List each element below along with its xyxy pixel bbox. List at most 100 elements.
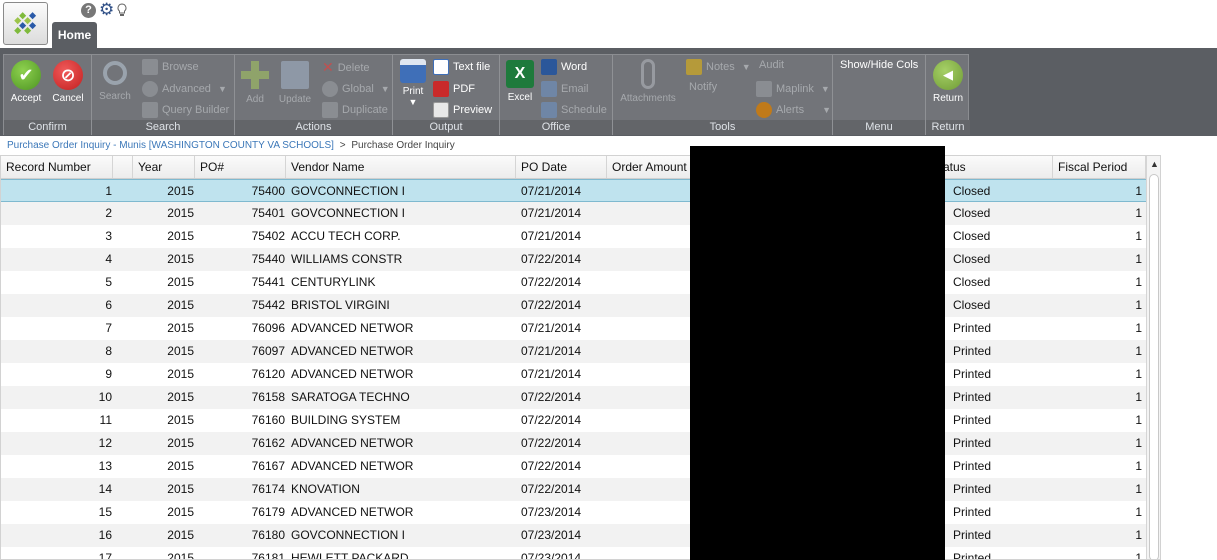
table-row[interactable]: 10 2015 76158 SARATOGA TECHNO 07/22/2014 Prin…	[1, 386, 1146, 409]
word-button[interactable]: Word	[541, 59, 587, 75]
table-row[interactable]: 16 2015 76180 GOVCONNECTION I 07/23/2014 Prin…	[1, 524, 1146, 547]
query-builder-icon	[142, 102, 158, 118]
table-row[interactable]: 2 2015 75401 GOVCONNECTION I 07/21/2014 Close…	[1, 202, 1146, 225]
grid-header: Record Number Year PO# Vendor Name PO Da…	[1, 156, 1160, 179]
schedule-button[interactable]: Schedule	[541, 102, 607, 118]
app-logo[interactable]	[3, 2, 48, 45]
table-row[interactable]: 3 2015 75402 ACCU TECH CORP. 07/21/2014 Close…	[1, 225, 1146, 248]
table-row[interactable]: 12 2015 76162 ADVANCED NETWOR 07/22/2014 Prin…	[1, 432, 1146, 455]
gear-icon[interactable]: ⚙	[99, 1, 114, 18]
plus-icon	[241, 61, 269, 89]
group-return: ◀ Return Return	[926, 55, 970, 135]
cell-fiscal-period: 1	[1135, 413, 1142, 427]
cell-record-number: 4	[105, 252, 112, 266]
update-button[interactable]: Update	[277, 61, 313, 105]
cell-fiscal-period: 1	[1135, 206, 1142, 220]
col-spacer	[113, 156, 133, 178]
cell-fiscal-period: 1	[1135, 275, 1142, 289]
print-button[interactable]: Print ▼	[397, 59, 429, 107]
breadcrumb-link-inquiry[interactable]: Purchase Order Inquiry - Munis [WASHINGT…	[7, 140, 334, 151]
scroll-up-icon[interactable]: ▲	[1147, 156, 1160, 172]
table-row[interactable]: 7 2015 76096 ADVANCED NETWOR 07/21/2014 Print…	[1, 317, 1146, 340]
col-po-date[interactable]: PO Date	[516, 156, 607, 178]
table-row[interactable]: 6 2015 75442 BRISTOL VIRGINI 07/22/2014 Close…	[1, 294, 1146, 317]
cell-vendor-name: ACCU TECH CORP.	[291, 229, 401, 243]
notify-button[interactable]: Notify	[689, 81, 717, 93]
group-office: X Excel Word Email Schedule Office	[500, 55, 613, 135]
cancel-button[interactable]: ⊘ Cancel	[50, 60, 86, 104]
col-fiscal-period[interactable]: Fiscal Period	[1053, 156, 1146, 178]
cell-year: 2015	[167, 206, 194, 220]
table-row[interactable]: 17 2015 76181 HEWLETT PACKARD 07/23/2014 Prin…	[1, 547, 1146, 560]
delete-button[interactable]: ✕ Delete	[322, 59, 370, 76]
cell-po-number: 75401	[251, 206, 285, 220]
attachments-button[interactable]: Attachments	[617, 59, 679, 104]
tab-home[interactable]: Home	[52, 22, 97, 48]
email-button[interactable]: Email	[541, 81, 589, 97]
cell-vendor-name: CENTURYLINK	[291, 275, 376, 289]
group-label-return: Return	[926, 120, 970, 135]
help-icon[interactable]: ?	[81, 2, 96, 18]
show-hide-cols-button[interactable]: Show/Hide Cols	[840, 59, 918, 71]
table-row[interactable]: 13 2015 76167 ADVANCED NETWOR 07/22/2014 Prin…	[1, 455, 1146, 478]
browse-button[interactable]: Browse	[142, 59, 199, 75]
cell-fiscal-period: 1	[1135, 459, 1142, 473]
cancel-icon: ⊘	[53, 60, 83, 90]
col-po-number[interactable]: PO#	[195, 156, 286, 178]
table-row[interactable]: 11 2015 76160 BUILDING SYSTEM 07/22/2014 Prin…	[1, 409, 1146, 432]
cell-fiscal-period: 1	[1135, 298, 1142, 312]
audit-button[interactable]: Audit	[759, 59, 784, 71]
alerts-button[interactable]: Alerts ▼	[756, 102, 831, 118]
notes-button[interactable]: Notes ▼	[686, 59, 751, 75]
cell-po-number: 76167	[251, 459, 285, 473]
group-label-menu: Menu	[833, 120, 925, 135]
lightbulb-icon[interactable]	[117, 2, 127, 18]
cell-year: 2015	[167, 275, 194, 289]
scroll-track[interactable]	[1149, 174, 1159, 559]
col-year[interactable]: Year	[133, 156, 195, 178]
col-record-number[interactable]: Record Number	[1, 156, 113, 178]
breadcrumb-separator: >	[339, 140, 346, 151]
global-button[interactable]: Global ▼	[322, 81, 390, 97]
table-row[interactable]: 8 2015 76097 ADVANCED NETWOR 07/21/2014 Print…	[1, 340, 1146, 363]
accept-button[interactable]: ✔ Accept	[8, 60, 44, 104]
advanced-button[interactable]: Advanced ▼	[142, 81, 227, 97]
preview-button[interactable]: Preview	[433, 102, 492, 118]
search-button[interactable]: Search	[95, 61, 135, 102]
group-label-search: Search	[92, 120, 234, 135]
maplink-button[interactable]: Maplink ▼	[756, 81, 830, 97]
cell-record-number: 9	[105, 367, 112, 381]
table-row[interactable]: 5 2015 75441 CENTURYLINK 07/22/2014 Closed 1	[1, 271, 1146, 294]
cell-po-date: 07/21/2014	[521, 229, 582, 243]
word-icon	[541, 59, 557, 75]
cell-po-date: 07/21/2014	[521, 321, 582, 335]
table-row[interactable]: 14 2015 76174 KNOVATION 07/22/2014 Printed 1	[1, 478, 1146, 501]
cell-vendor-name: HEWLETT PACKARD	[291, 551, 409, 560]
cell-status: Printed	[953, 344, 992, 358]
cell-status: Printed	[953, 390, 992, 404]
text-file-button[interactable]: Text file	[433, 59, 490, 75]
add-button[interactable]: Add	[240, 61, 270, 105]
col-vendor-name[interactable]: Vendor Name	[286, 156, 516, 178]
table-row[interactable]: 9 2015 76120 ADVANCED NETWOR 07/21/2014 Print…	[1, 363, 1146, 386]
pdf-button[interactable]: PDF	[433, 81, 475, 97]
cell-po-number: 75440	[251, 252, 285, 266]
vertical-scrollbar[interactable]: ▲	[1146, 156, 1160, 559]
cell-status: Printed	[953, 528, 992, 542]
cell-fiscal-period: 1	[1135, 252, 1142, 266]
table-row[interactable]: 4 2015 75440 WILLIAMS CONSTR 07/22/2014 Close…	[1, 248, 1146, 271]
cell-po-number: 76158	[251, 390, 285, 404]
duplicate-button[interactable]: Duplicate	[322, 102, 388, 118]
table-row[interactable]: 1 2015 75400 GOVCONNECTION I 07/21/2014 Close…	[1, 179, 1146, 202]
col-status[interactable]: atus	[937, 156, 1053, 178]
query-builder-button[interactable]: Query Builder	[142, 102, 229, 118]
table-row[interactable]: 15 2015 76179 ADVANCED NETWOR 07/23/2014 Prin…	[1, 501, 1146, 524]
group-output: Print ▼ Text file PDF Preview Output	[393, 55, 500, 135]
return-button[interactable]: ◀ Return	[930, 60, 966, 104]
cell-vendor-name: KNOVATION	[291, 482, 360, 496]
back-arrow-icon: ◀	[933, 60, 963, 90]
cell-po-date: 07/22/2014	[521, 298, 582, 312]
cell-po-date: 07/22/2014	[521, 413, 582, 427]
cell-fiscal-period: 1	[1135, 229, 1142, 243]
excel-button[interactable]: X Excel	[504, 60, 536, 103]
